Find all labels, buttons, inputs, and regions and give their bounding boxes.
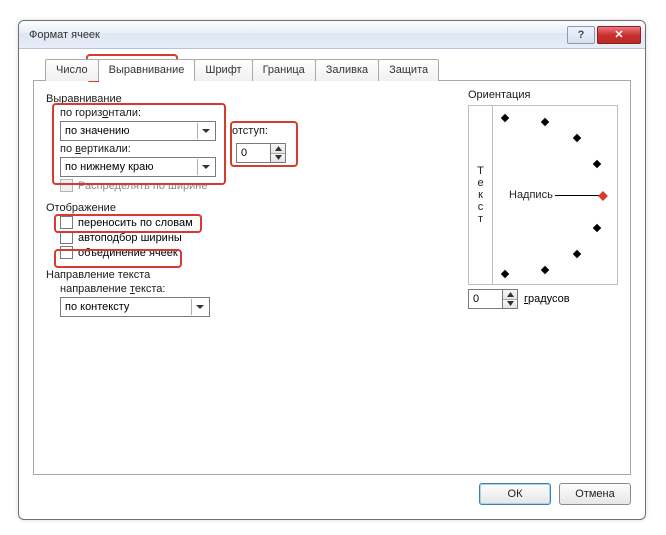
checkbox-box xyxy=(60,216,73,229)
tab-protection[interactable]: Защита xyxy=(378,59,439,81)
dial-dot xyxy=(593,160,601,168)
dial-dot xyxy=(501,270,509,278)
degrees-label: градусов xyxy=(524,293,570,305)
tab-number[interactable]: Число xyxy=(45,59,99,81)
spin-down-icon[interactable] xyxy=(503,300,517,309)
orientation-label: Ориентация xyxy=(468,89,618,101)
dialog-buttons: ОК Отмена xyxy=(33,483,631,505)
orientation-dial-label: Надпись xyxy=(509,189,553,201)
group-orientation: Ориентация Текст Надпись xyxy=(468,87,618,309)
chevron-down-icon xyxy=(191,299,207,315)
tab-border[interactable]: Граница xyxy=(252,59,316,81)
dial-dot xyxy=(501,114,509,122)
close-button[interactable]: ✕ xyxy=(597,26,641,44)
ok-button[interactable]: ОК xyxy=(479,483,551,505)
spinner-buttons[interactable] xyxy=(270,143,286,163)
indent-value[interactable] xyxy=(236,143,270,163)
degrees-value[interactable] xyxy=(468,289,502,309)
degrees-spinner[interactable] xyxy=(468,289,518,309)
indent-label: отступ: xyxy=(232,125,268,137)
window-title: Формат ячеек xyxy=(29,29,565,41)
dial-dot xyxy=(573,250,581,258)
vertical-align-select[interactable]: по нижнему краю xyxy=(60,157,216,177)
chevron-down-icon xyxy=(197,159,213,175)
orientation-dial[interactable]: Надпись xyxy=(493,106,617,284)
orientation-vertical-text-button[interactable]: Текст xyxy=(469,106,493,284)
horizontal-align-select[interactable]: по значению xyxy=(60,121,216,141)
spin-down-icon[interactable] xyxy=(271,154,285,163)
indent-spinner[interactable] xyxy=(236,143,286,163)
tabstrip: Число Выравнивание Шрифт Граница Заливка… xyxy=(45,59,631,81)
spin-up-icon[interactable] xyxy=(271,144,285,154)
orientation-box: Текст Надпись xyxy=(468,105,618,285)
checkbox-box xyxy=(60,231,73,244)
tab-fill[interactable]: Заливка xyxy=(315,59,379,81)
tab-panel-alignment: Выравнивание по горизонтали: по значению… xyxy=(33,80,631,475)
help-button[interactable]: ? xyxy=(567,26,595,44)
tab-font[interactable]: Шрифт xyxy=(194,59,252,81)
cancel-button[interactable]: Отмена xyxy=(559,483,631,505)
spinner-buttons[interactable] xyxy=(502,289,518,309)
chevron-down-icon xyxy=(197,123,213,139)
dial-line xyxy=(555,195,601,196)
checkbox-box xyxy=(60,246,73,259)
dial-dot xyxy=(541,266,549,274)
dial-dot xyxy=(593,224,601,232)
dialog-window: Формат ячеек ? ✕ Число Выравнивание Шриф… xyxy=(18,20,646,520)
dial-dot xyxy=(573,134,581,142)
text-direction-label: направление текста: xyxy=(60,283,165,295)
tab-alignment[interactable]: Выравнивание xyxy=(98,59,196,81)
titlebar: Формат ячеек ? ✕ xyxy=(19,21,645,49)
client-area: Число Выравнивание Шрифт Граница Заливка… xyxy=(19,49,645,519)
dial-handle[interactable] xyxy=(598,191,608,201)
spin-up-icon[interactable] xyxy=(503,290,517,300)
text-direction-select[interactable]: по контексту xyxy=(60,297,210,317)
dial-dot xyxy=(541,118,549,126)
vertical-align-label: по вертикали: xyxy=(60,143,131,155)
checkbox-box xyxy=(60,179,73,192)
horizontal-align-label: по горизонтали: xyxy=(60,107,141,119)
